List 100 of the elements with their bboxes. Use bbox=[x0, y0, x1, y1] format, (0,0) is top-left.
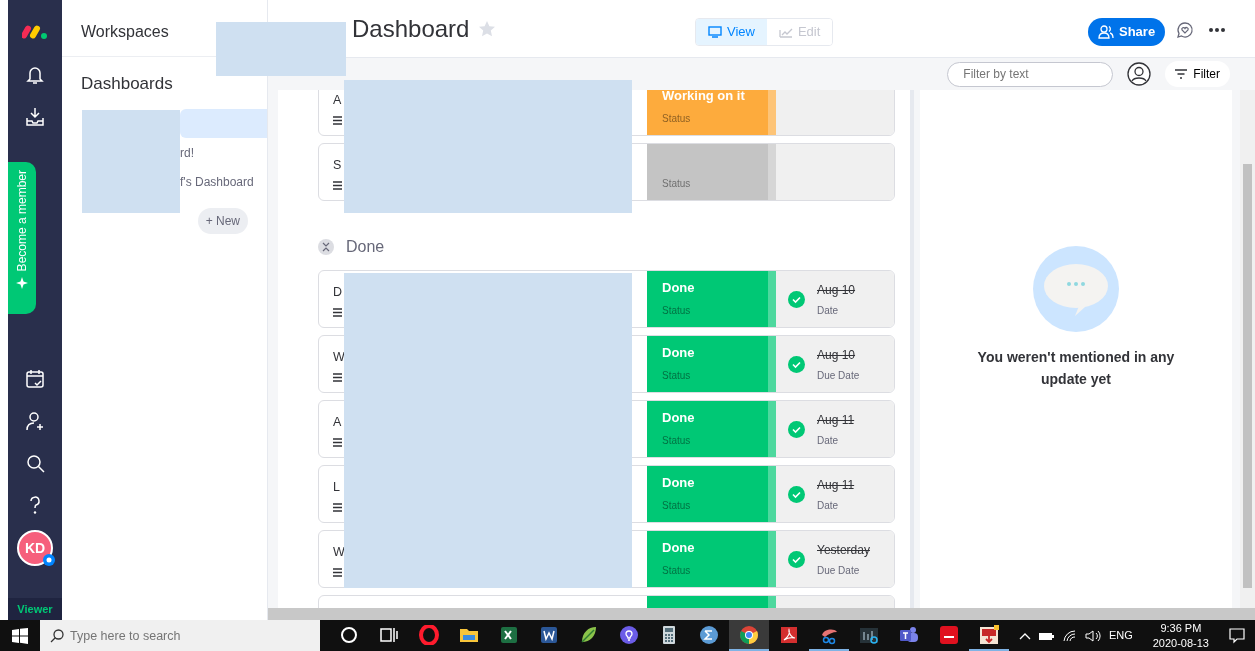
person-icon[interactable] bbox=[1127, 62, 1152, 86]
filter-icon bbox=[1175, 69, 1188, 79]
date-caption: Date bbox=[817, 498, 840, 513]
date-text: Aug 10 bbox=[817, 281, 856, 299]
lines-icon bbox=[333, 308, 343, 317]
windows-logo-icon[interactable] bbox=[12, 627, 28, 644]
scroll-thumb[interactable] bbox=[1243, 164, 1252, 588]
vertical-scrollbar[interactable] bbox=[1240, 90, 1255, 608]
item-name: A bbox=[333, 92, 343, 110]
status-label: Done bbox=[662, 408, 696, 427]
ring-icon bbox=[339, 624, 359, 645]
item-name: W bbox=[333, 544, 346, 562]
status-label: Done bbox=[662, 473, 696, 492]
mode-tab[interactable]: View bbox=[696, 19, 767, 45]
heart-chat-icon[interactable] bbox=[1176, 21, 1194, 39]
item-name: D bbox=[333, 284, 344, 302]
check-circle-icon bbox=[788, 355, 805, 373]
people-icon bbox=[1098, 24, 1114, 39]
viewer-label: Viewer bbox=[8, 597, 62, 620]
notification-icon[interactable] bbox=[1229, 627, 1245, 644]
dashboard-item[interactable]: f's Dashboard bbox=[180, 167, 267, 196]
lines-icon bbox=[333, 568, 343, 577]
spreadsheet-icon bbox=[499, 624, 519, 645]
status-cell[interactable]: Done Status bbox=[647, 466, 776, 522]
status-label: Done bbox=[662, 278, 696, 297]
status-label: Done bbox=[662, 343, 696, 362]
status-caption: Status bbox=[662, 177, 692, 191]
dashboards-heading: Dashboards bbox=[80, 73, 174, 95]
dashboard-title: Dashboard bbox=[352, 13, 470, 44]
check-circle-icon bbox=[788, 550, 805, 568]
new-button[interactable]: + New bbox=[197, 208, 248, 234]
language-indicator[interactable]: ENG bbox=[1108, 627, 1133, 644]
lines-icon bbox=[333, 438, 343, 447]
status-caption: Status bbox=[662, 499, 692, 513]
download-box-icon bbox=[979, 624, 999, 645]
check-circle-icon bbox=[788, 485, 805, 503]
lines-icon bbox=[333, 181, 343, 190]
status-caption: Status bbox=[662, 564, 692, 578]
search-icon[interactable] bbox=[24, 452, 46, 474]
search-icon bbox=[50, 629, 64, 643]
horizontal-scrollbar[interactable] bbox=[268, 608, 1255, 620]
status-cell[interactable]: Status bbox=[647, 144, 776, 200]
leaf-icon bbox=[579, 624, 599, 645]
status-caption: Status bbox=[662, 434, 692, 448]
filter-button[interactable]: Filter bbox=[1165, 61, 1230, 87]
battery-icon[interactable] bbox=[1038, 630, 1055, 641]
status-cell[interactable]: Done Status bbox=[647, 531, 776, 587]
people-icon bbox=[899, 624, 919, 645]
empty-updates-message: You weren't mentioned in any update yet bbox=[976, 348, 1176, 390]
more-icon[interactable] bbox=[1209, 28, 1225, 32]
add-person-icon[interactable] bbox=[24, 410, 46, 432]
date-caption: Date bbox=[817, 433, 840, 448]
sparkle-icon bbox=[16, 277, 28, 290]
taskbar-search-field[interactable]: Type here to search bbox=[40, 620, 320, 651]
item-name: A bbox=[333, 414, 343, 432]
date-text: Aug 11 bbox=[817, 476, 855, 494]
chevron-up-icon[interactable] bbox=[1018, 631, 1031, 640]
filter-field[interactable]: Filter by text bbox=[947, 61, 1114, 87]
date-text: Aug 11 bbox=[817, 411, 855, 429]
status-cell[interactable]: Done Status bbox=[647, 336, 776, 392]
browser-icon bbox=[739, 624, 759, 645]
monitor-icon bbox=[708, 25, 722, 38]
item-name: W bbox=[333, 349, 346, 367]
collapse-icon[interactable] bbox=[318, 239, 334, 255]
status-cell[interactable]: Done Status bbox=[647, 271, 776, 327]
speaker-icon[interactable] bbox=[1084, 629, 1101, 642]
item-name: L bbox=[333, 479, 341, 497]
lines-icon bbox=[333, 116, 343, 125]
check-circle-icon bbox=[788, 420, 805, 438]
item-name: S bbox=[333, 157, 343, 175]
user-avatar[interactable]: KD bbox=[17, 530, 53, 566]
status-cell[interactable]: Working on it Status bbox=[647, 90, 776, 135]
clock-time[interactable]: 9:36 PM bbox=[1152, 621, 1209, 636]
bulb-icon bbox=[619, 624, 639, 645]
status-caption: Status bbox=[662, 112, 692, 126]
inbox-download-icon[interactable] bbox=[24, 106, 46, 128]
wifi-icon[interactable] bbox=[1062, 629, 1077, 642]
date-caption: Due Date bbox=[817, 368, 860, 383]
taskbar-app[interactable] bbox=[729, 620, 769, 651]
logo-icon[interactable] bbox=[22, 22, 48, 40]
lines-icon bbox=[333, 503, 343, 512]
become-member-tab[interactable]: Become a member bbox=[8, 162, 36, 314]
group-title: Done bbox=[346, 237, 385, 257]
bell-icon[interactable] bbox=[24, 64, 46, 86]
dashboard-item[interactable]: rd! bbox=[180, 138, 267, 167]
share-button[interactable]: Share bbox=[1088, 18, 1166, 46]
star-icon[interactable] bbox=[478, 19, 497, 38]
eye-badge-icon bbox=[43, 554, 55, 566]
status-label: Working on it bbox=[662, 90, 746, 105]
status-label: Done bbox=[662, 538, 696, 557]
lines-icon bbox=[333, 373, 343, 382]
date-caption: Due Date bbox=[817, 563, 861, 578]
status-cell[interactable]: Done Status bbox=[647, 401, 776, 457]
status-caption: Status bbox=[662, 369, 692, 383]
pdf-icon bbox=[779, 624, 799, 645]
date-text: Yesterday bbox=[817, 541, 870, 559]
calendar-check-icon[interactable] bbox=[24, 368, 46, 390]
status-caption: Status bbox=[662, 304, 692, 318]
clock-date[interactable]: 2020-08-13 bbox=[1152, 635, 1209, 650]
ring-icon bbox=[419, 624, 439, 645]
